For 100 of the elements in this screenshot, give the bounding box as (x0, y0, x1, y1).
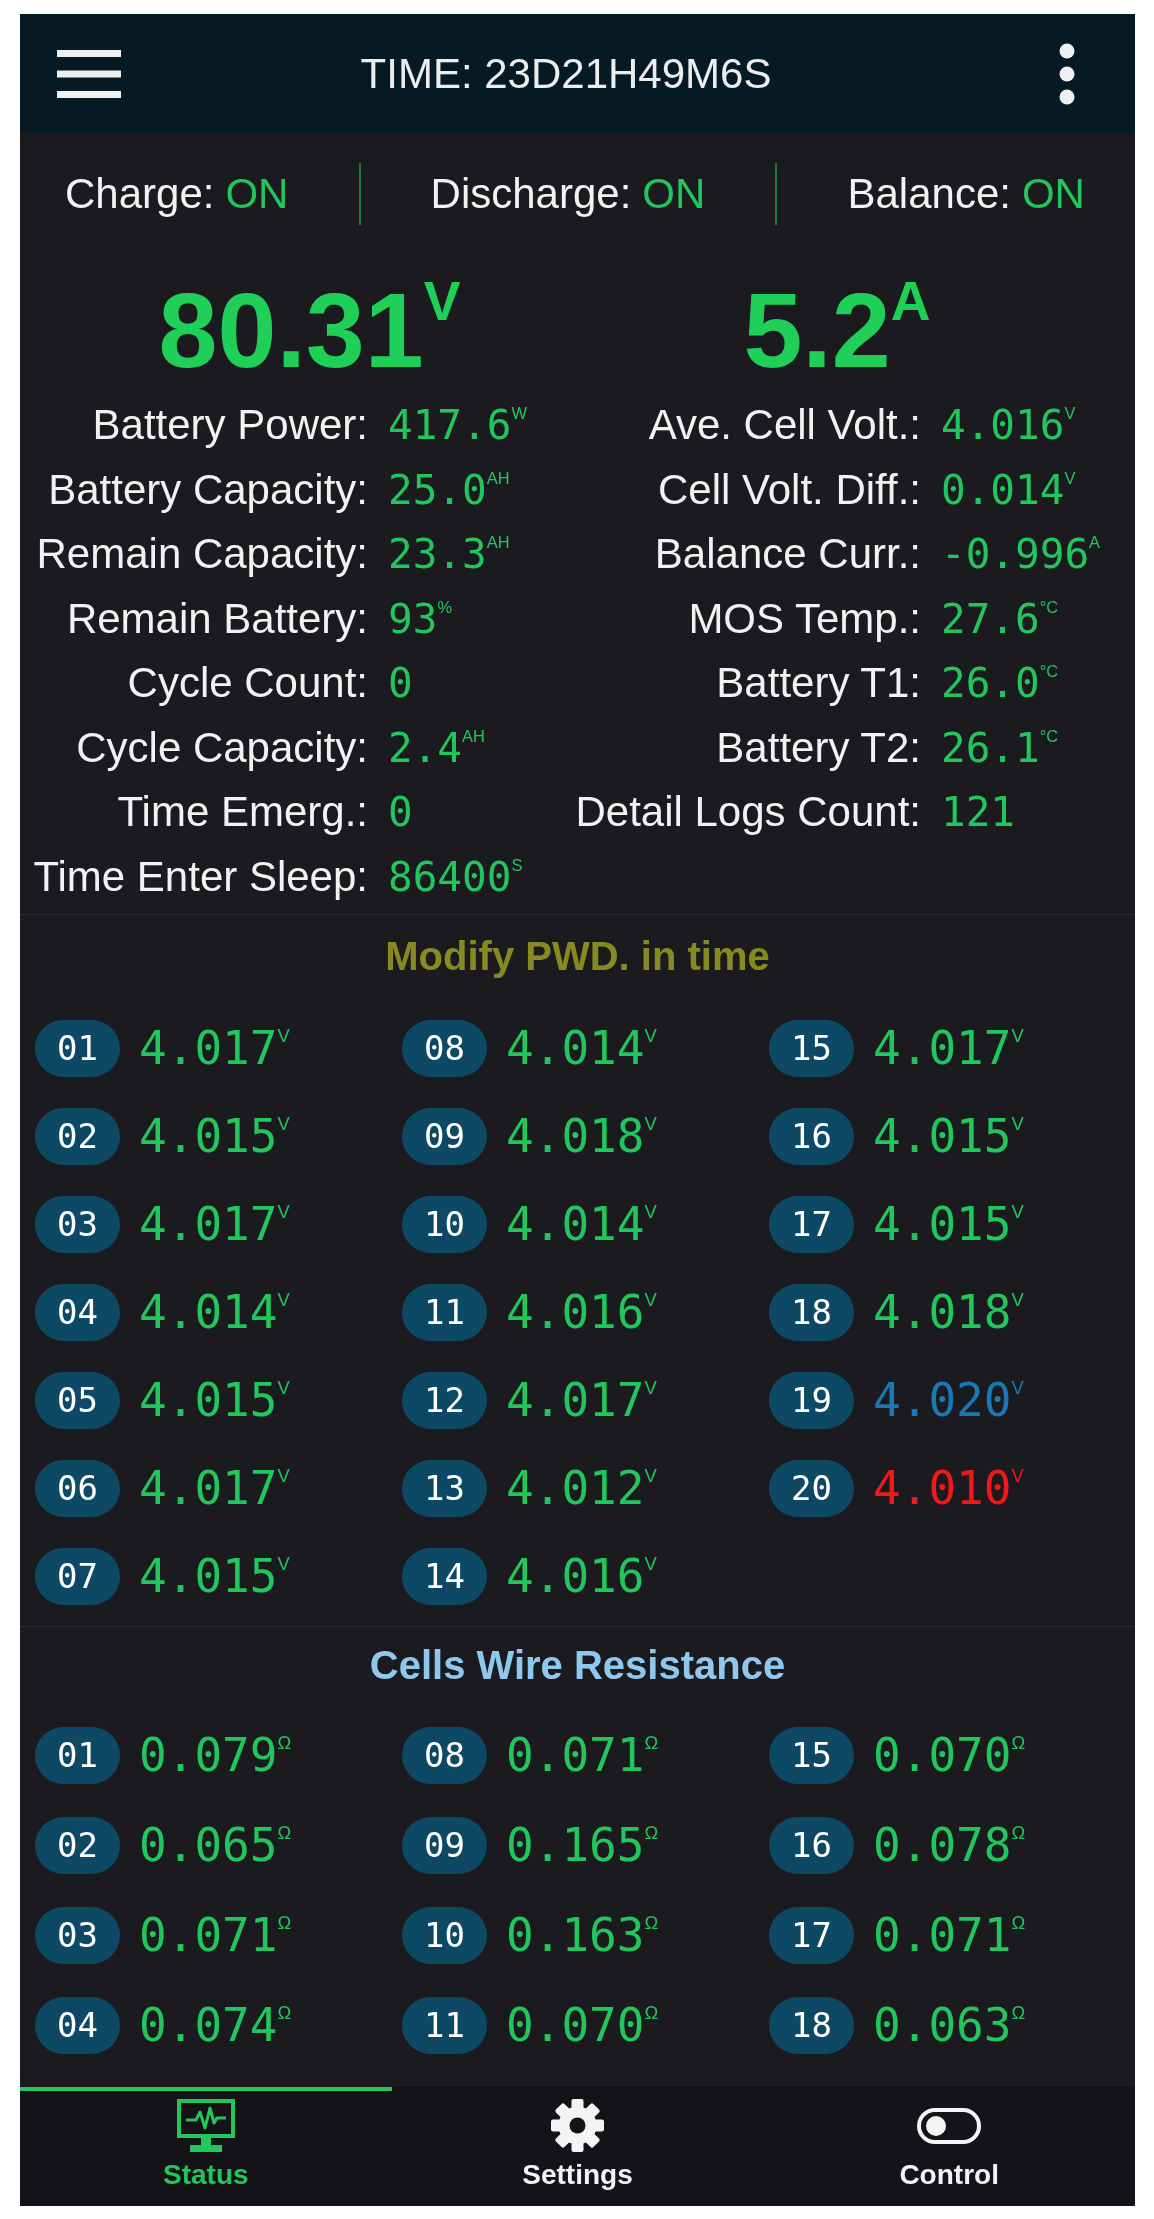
wire-resistance-value: 0.078$^{Ω}$ (873, 1818, 1026, 1872)
cell-number-badge: 08 (402, 1726, 487, 1784)
cell-voltage-value: 4.017$^{V}$ (139, 1461, 290, 1515)
stat-label: Cell Volt. Diff.: (658, 465, 921, 514)
stat-value: 93$^{%}$ (388, 594, 452, 643)
cell-number-badge: 08 (402, 1019, 487, 1077)
wire-resistance-value: 0.065$^{Ω}$ (139, 1818, 292, 1872)
stat-label: Battery Power: (92, 401, 368, 450)
stat-value: 0.014$^{V}$ (941, 465, 1076, 514)
stat-label: Time Emerg.: (117, 788, 368, 837)
wire-resistance-value: 0.070$^{Ω}$ (506, 1998, 659, 2052)
stat-label: Remain Capacity: (36, 530, 368, 579)
stat-label: Ave. Cell Volt.: (648, 401, 921, 450)
cell-number-badge: 11 (402, 1996, 487, 2054)
stat-value: 2.4$^{AH}$ (388, 723, 485, 772)
cell-voltage-value: 4.015$^{V}$ (139, 1373, 290, 1427)
cell-number-badge: 15 (769, 1019, 854, 1077)
switch-value: ON (1021, 169, 1085, 218)
cell-number-badge: 10 (402, 1195, 487, 1253)
cell-voltage-value: 4.014$^{V}$ (139, 1285, 290, 1339)
cell-number-badge: 10 (402, 1906, 487, 1964)
stat-label: Cycle Capacity: (76, 723, 368, 772)
stat-value: 121 (941, 788, 1016, 837)
cell-number-badge: 02 (35, 1107, 120, 1165)
cell-voltage-value: 4.015$^{V}$ (139, 1109, 290, 1163)
nav-tab[interactable]: Settings (391, 2087, 764, 2206)
stat-value: 86400$^{S}$ (388, 852, 523, 901)
cell-number-badge: 11 (402, 1283, 487, 1341)
stat-label: Battery T1: (716, 659, 921, 708)
cell-voltage-value: 4.012$^{V}$ (506, 1461, 657, 1515)
more-options-icon[interactable] (1059, 42, 1075, 105)
stat-label: Detail Logs Count: (575, 788, 921, 837)
switch-label: Discharge: (430, 169, 632, 218)
cell-number-badge: 16 (769, 1816, 854, 1874)
cell-number-badge: 06 (35, 1459, 120, 1517)
wire-resistance-value: 0.163$^{Ω}$ (506, 1908, 659, 1962)
cell-number-badge: 04 (35, 1283, 120, 1341)
cell-number-badge: 17 (769, 1906, 854, 1964)
cell-voltage-value: 4.020$^{V}$ (873, 1373, 1024, 1427)
wire-resistance-value: 0.071$^{Ω}$ (873, 1908, 1026, 1962)
cell-number-badge: 12 (402, 1371, 487, 1429)
cell-number-badge: 15 (769, 1726, 854, 1784)
cell-voltage-value: 4.017$^{V}$ (506, 1373, 657, 1427)
stat-label: Battery T2: (716, 723, 921, 772)
cell-number-badge: 09 (402, 1816, 487, 1874)
section-title: Cells Wire Resistance (369, 1642, 786, 1689)
stat-value: 23.3$^{AH}$ (388, 530, 510, 579)
cell-voltage-value: 4.017$^{V}$ (139, 1021, 290, 1075)
cell-voltage-value: 4.015$^{V}$ (873, 1109, 1024, 1163)
menu-icon[interactable] (57, 49, 121, 98)
cell-number-badge: 01 (35, 1726, 120, 1784)
switch-value: ON (225, 169, 289, 218)
switch-label: Charge: (65, 169, 215, 218)
nav-tab[interactable]: Status (20, 2087, 392, 2206)
stat-label: Balance Curr.: (654, 530, 921, 579)
wire-resistance-value: 0.063$^{Ω}$ (873, 1998, 1026, 2052)
section-title: Modify PWD. in time (385, 933, 770, 980)
stat-value: 0 (388, 788, 413, 837)
cell-number-badge: 04 (35, 1996, 120, 2054)
stat-label: Remain Battery: (66, 594, 368, 643)
settings-icon (551, 2099, 604, 2152)
stat-value: 25.0$^{AH}$ (388, 465, 510, 514)
cell-number-badge: 16 (769, 1107, 854, 1165)
cell-number-badge: 18 (769, 1996, 854, 2054)
nav-tab[interactable]: Control (763, 2087, 1135, 2206)
toggle-icon (917, 2107, 982, 2144)
wire-resistance-value: 0.071$^{Ω}$ (506, 1728, 659, 1782)
stat-value: 27.6$^{°C}$ (941, 594, 1059, 643)
cell-voltage-value: 4.018$^{V}$ (506, 1109, 657, 1163)
cell-number-badge: 18 (769, 1283, 854, 1341)
cell-voltage-value: 4.017$^{V}$ (873, 1021, 1024, 1075)
stat-label: Battery Capacity: (48, 465, 368, 514)
cell-voltage-value: 4.018$^{V}$ (873, 1285, 1024, 1339)
switch-label: Balance: (847, 169, 1011, 218)
header-title: TIME: 23D21H49M6S (360, 49, 772, 98)
main-reading: 5.2$^{A}$ (743, 275, 931, 385)
monitor-pulse-icon (176, 2099, 235, 2152)
cell-number-badge: 19 (769, 1371, 854, 1429)
cell-number-badge: 03 (35, 1906, 120, 1964)
stat-value: -0.996$^{A}$ (941, 530, 1101, 579)
stat-label: Cycle Count: (127, 659, 368, 708)
cell-number-badge: 05 (35, 1371, 120, 1429)
cell-voltage-value: 4.016$^{V}$ (506, 1285, 657, 1339)
wire-resistance-value: 0.079$^{Ω}$ (139, 1728, 292, 1782)
stat-label: MOS Temp.: (688, 594, 921, 643)
wire-resistance-value: 0.070$^{Ω}$ (873, 1728, 1026, 1782)
wire-resistance-value: 0.071$^{Ω}$ (139, 1908, 292, 1962)
stat-label: Time Enter Sleep: (33, 852, 368, 901)
cell-voltage-value: 4.014$^{V}$ (506, 1021, 657, 1075)
wire-resistance-value: 0.074$^{Ω}$ (139, 1998, 292, 2052)
cell-number-badge: 13 (402, 1459, 487, 1517)
cell-number-badge: 02 (35, 1816, 120, 1874)
wire-resistance-value: 0.165$^{Ω}$ (506, 1818, 659, 1872)
cell-voltage-value: 4.015$^{V}$ (139, 1549, 290, 1603)
main-reading: 80.31$^{V}$ (158, 275, 461, 385)
cell-number-badge: 14 (402, 1547, 487, 1605)
cell-voltage-value: 4.010$^{V}$ (873, 1461, 1024, 1515)
cell-number-badge: 09 (402, 1107, 487, 1165)
cell-number-badge: 17 (769, 1195, 854, 1253)
stat-value: 4.016$^{V}$ (941, 401, 1076, 450)
